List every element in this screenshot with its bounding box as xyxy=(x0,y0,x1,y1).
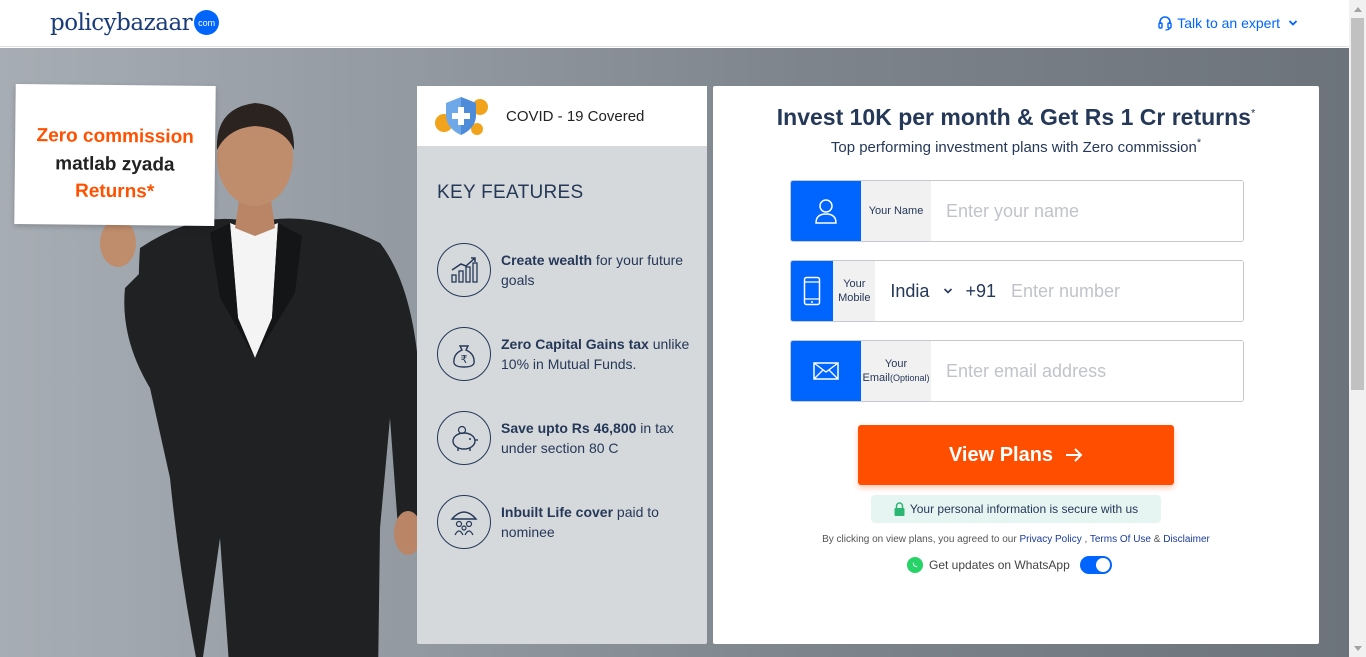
feature-bold: Inbuilt Life cover xyxy=(501,504,614,520)
header: policybazaar com Talk to an expert xyxy=(0,0,1349,47)
terms-link[interactable]: Terms Of Use xyxy=(1090,534,1151,545)
covid-label: COVID - 19 Covered xyxy=(506,107,645,125)
arrow-right-icon xyxy=(1066,448,1083,462)
whatsapp-icon xyxy=(907,557,923,573)
secure-info-badge: Your personal information is secure with… xyxy=(871,495,1161,523)
mobile-phone-icon xyxy=(791,261,834,321)
chevron-down-icon xyxy=(1288,20,1298,26)
view-plans-label: View Plans xyxy=(948,443,1054,466)
user-icon xyxy=(791,181,861,241)
country-value: India xyxy=(890,280,930,301)
promo-placard: Zero commission matlab zyada Returns* xyxy=(14,83,216,227)
talk-to-expert-button[interactable]: Talk to an expert xyxy=(1157,15,1302,31)
lock-icon xyxy=(894,502,905,516)
feature-item: Save upto Rs 46,800 in tax under section… xyxy=(417,396,707,480)
form-title-asterisk: * xyxy=(1250,107,1256,120)
key-features-panel: COVID - 19 Covered KEY FEATURES Create w… xyxy=(417,86,707,644)
email-field: Your Email(Optional) xyxy=(790,340,1244,402)
lead-form-panel: Invest 10K per month & Get Rs 1 Cr retur… xyxy=(713,86,1319,644)
mobile-label: Your Mobile xyxy=(833,261,876,321)
feature-item: Inbuilt Life cover paid to nominee xyxy=(417,480,707,564)
placard-line-1: Zero commission xyxy=(36,125,194,148)
chart-growth-icon xyxy=(437,243,491,297)
logo-text-bazaar: bazaar xyxy=(116,10,193,36)
logo-com-badge: com xyxy=(194,10,220,35)
mobile-field: Your Mobile India +91 xyxy=(790,260,1244,322)
family-umbrella-icon xyxy=(437,495,491,549)
secure-text: Your personal information is secure with… xyxy=(909,502,1139,516)
agreement-text: By clicking on view plans, you agreed to… xyxy=(713,534,1319,545)
shield-plus-icon xyxy=(435,97,488,135)
placard-line-2: matlab zyada xyxy=(55,153,175,176)
whatsapp-toggle[interactable] xyxy=(1079,556,1112,574)
name-label: Your Name xyxy=(861,181,931,241)
view-plans-button[interactable]: View Plans xyxy=(858,425,1174,485)
whatsapp-text: Get updates on WhatsApp xyxy=(929,558,1070,572)
name-input[interactable] xyxy=(931,181,1243,241)
money-bag-icon: ₹ xyxy=(437,327,491,381)
covid-banner: COVID - 19 Covered xyxy=(417,86,707,146)
form-subtitle-asterisk: * xyxy=(1196,137,1202,149)
feature-bold: Create wealth xyxy=(501,252,593,268)
form-title: Invest 10K per month & Get Rs 1 Cr retur… xyxy=(776,104,1251,130)
agreement-prefix: By clicking on view plans, you agreed to… xyxy=(822,534,1020,545)
logo-text-policy: policy xyxy=(50,10,117,36)
feature-bold: Save upto Rs 46,800 xyxy=(501,420,637,436)
feature-item: Create wealth for your future goals xyxy=(417,228,707,312)
placard-line-3: Returns* xyxy=(74,180,155,203)
privacy-policy-link[interactable]: Privacy Policy xyxy=(1019,534,1081,545)
headset-icon xyxy=(1158,16,1172,31)
svg-text:₹: ₹ xyxy=(461,353,468,366)
name-field: Your Name xyxy=(790,180,1244,242)
talk-to-expert-label: Talk to an expert xyxy=(1177,15,1280,31)
feature-bold: Zero Capital Gains tax xyxy=(501,336,649,352)
scroll-down-arrow-icon[interactable] xyxy=(1349,640,1366,657)
feature-list: Create wealth for your future goals ₹ Ze… xyxy=(417,228,707,564)
email-optional-label: (Optional) xyxy=(890,373,930,383)
feature-item: ₹ Zero Capital Gains tax unlike 10% in M… xyxy=(417,312,707,396)
form-subtitle: Top performing investment plans with Zer… xyxy=(830,139,1197,156)
key-features-title: KEY FEATURES xyxy=(437,182,584,203)
country-code: +91 xyxy=(965,280,996,301)
policybazaar-logo[interactable]: policybazaar com xyxy=(50,8,220,38)
agreement-sep-2: & xyxy=(1150,534,1164,545)
whatsapp-opt-in: Get updates on WhatsApp xyxy=(907,556,1112,574)
chevron-down-icon xyxy=(944,288,953,294)
country-select[interactable]: India xyxy=(875,261,954,321)
email-input[interactable] xyxy=(931,341,1243,401)
piggy-bank-icon xyxy=(437,411,491,465)
scrollbar-thumb[interactable] xyxy=(1351,18,1364,390)
page-scrollbar[interactable] xyxy=(1349,0,1366,657)
hero-section: Zero commission matlab zyada Returns* CO… xyxy=(0,48,1349,657)
scroll-up-arrow-icon[interactable] xyxy=(1349,0,1366,17)
envelope-icon xyxy=(791,341,861,401)
mobile-number-input[interactable] xyxy=(996,261,1243,321)
disclaimer-link[interactable]: Disclaimer xyxy=(1163,534,1210,545)
agreement-sep-1: , xyxy=(1081,534,1090,545)
